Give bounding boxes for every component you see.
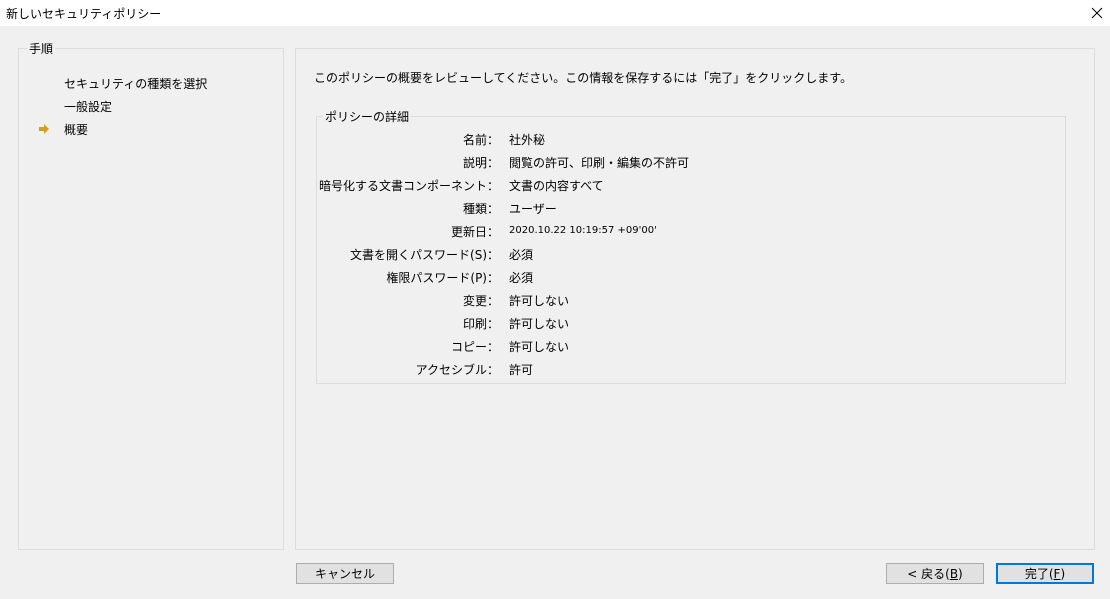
step-select-security-type: セキュリティの種類を選択	[64, 77, 208, 91]
finish-button-label-end: )	[1060, 566, 1066, 581]
detail-value: 許可しない	[509, 317, 570, 331]
detail-row-permissions-password: 権限パスワード(P)： 必須	[317, 269, 1065, 287]
detail-label: 文書を開くパスワード(S)：	[350, 248, 499, 262]
detail-value: ユーザー	[509, 202, 557, 216]
step-summary: 概要	[64, 123, 89, 137]
detail-row-open-password: 文書を開くパスワード(S)： 必須	[317, 246, 1065, 264]
detail-label: 種類：	[462, 202, 499, 216]
finish-button-label: 完了(	[1024, 567, 1054, 581]
detail-row-copy: コピー： 許可しない	[317, 338, 1065, 356]
detail-value: 許可しない	[509, 294, 570, 308]
steps-panel: 手順 セキュリティの種類を選択 一般設定 概要	[18, 40, 284, 550]
detail-value: 必須	[509, 248, 534, 262]
detail-value: 必須	[509, 271, 534, 285]
steps-legend: 手順	[27, 40, 56, 57]
policy-details-legend: ポリシーの詳細	[323, 108, 412, 125]
summary-panel: このポリシーの概要をレビューしてください。この情報を保存するには「完了」をクリッ…	[295, 48, 1095, 550]
close-button[interactable]	[1084, 0, 1110, 26]
detail-row-modified-date: 更新日： 2020.10.22 10:19:57 +09'00'	[317, 223, 1065, 241]
detail-label: 印刷：	[462, 317, 499, 331]
detail-label: 更新日：	[450, 225, 499, 239]
detail-label: 変更：	[462, 294, 499, 308]
detail-value: 文書の内容すべて	[509, 179, 604, 193]
detail-value: 許可しない	[509, 340, 570, 354]
back-button-accesskey: B	[949, 566, 959, 581]
finish-button-accesskey: F	[1053, 566, 1061, 581]
detail-value: 2020.10.22 10:19:57 +09'00'	[509, 225, 657, 236]
back-button-label-end: )	[958, 566, 963, 581]
window-title: 新しいセキュリティポリシー	[6, 7, 162, 21]
close-icon	[1091, 7, 1103, 19]
detail-row-encrypt-components: 暗号化する文書コンポーネント： 文書の内容すべて	[317, 177, 1065, 195]
back-button-label: < 戻る(	[907, 567, 950, 581]
detail-value: 閲覧の許可、印刷・編集の不許可	[509, 156, 690, 170]
detail-row-printing: 印刷： 許可しない	[317, 315, 1065, 333]
detail-row-type: 種類： ユーザー	[317, 200, 1065, 218]
detail-value: 社外秘	[509, 133, 546, 147]
instruction-text: このポリシーの概要をレビューしてください。この情報を保存するには「完了」をクリッ…	[314, 71, 853, 85]
cancel-button[interactable]: キャンセル	[296, 563, 394, 584]
title-bar: 新しいセキュリティポリシー	[0, 0, 1110, 26]
step-general-settings: 一般設定	[64, 100, 113, 114]
detail-label: コピー：	[450, 340, 499, 354]
detail-row-name: 名前： 社外秘	[317, 131, 1065, 149]
finish-button[interactable]: 完了(F)	[996, 563, 1094, 584]
detail-value: 許可	[509, 363, 534, 377]
detail-label: 暗号化する文書コンポーネント：	[318, 179, 499, 193]
policy-details-group: ポリシーの詳細 名前： 社外秘 説明： 閲覧の許可、印刷・編集の不許可 暗号化す…	[316, 108, 1066, 384]
detail-row-accessible: アクセシブル： 許可	[317, 361, 1065, 379]
detail-label: 権限パスワード(P)：	[386, 271, 499, 285]
back-button[interactable]: < 戻る(B)	[886, 563, 984, 584]
detail-row-description: 説明： 閲覧の許可、印刷・編集の不許可	[317, 154, 1065, 172]
detail-row-changes: 変更： 許可しない	[317, 292, 1065, 310]
detail-label: 名前：	[462, 133, 499, 147]
detail-label: 説明：	[462, 156, 499, 170]
arrow-right-icon	[39, 124, 49, 134]
detail-label: アクセシブル：	[415, 363, 499, 377]
